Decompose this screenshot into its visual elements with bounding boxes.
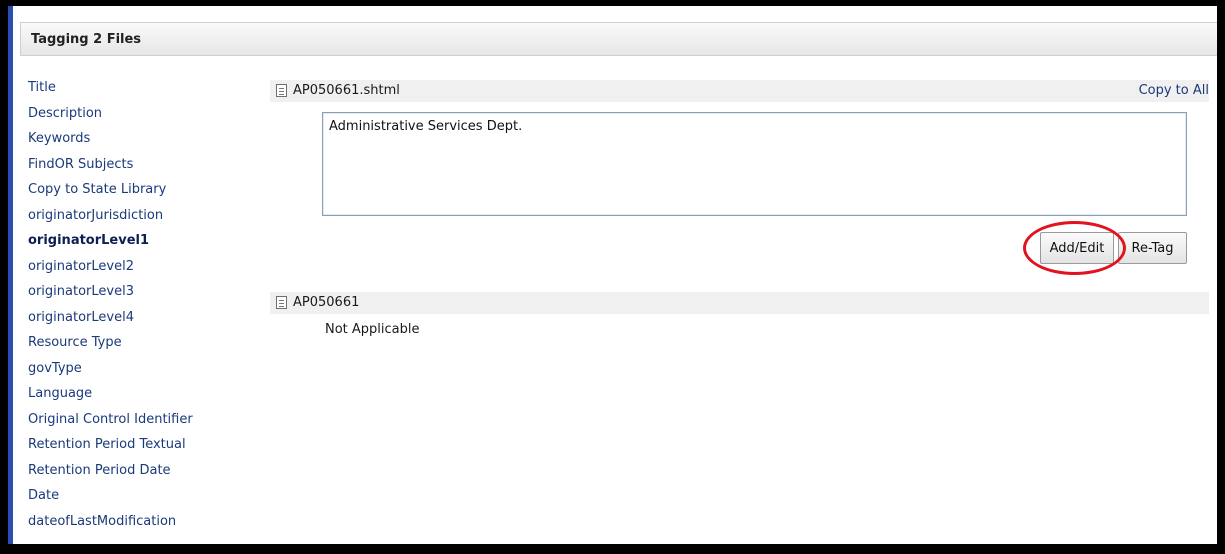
sidebar-item-language[interactable]: Language [28, 384, 258, 410]
panel-title: Tagging 2 Files [31, 32, 142, 47]
sidebar-item-originator-level4[interactable]: originatorLevel4 [28, 308, 258, 334]
file-name: AP050661 [293, 295, 360, 310]
tagging-panel: Tagging 2 Files Title Description Keywor… [20, 22, 1217, 544]
sidebar-item-originator-jurisdiction[interactable]: originatorJurisdiction [28, 206, 258, 232]
file-header-1: AP050661.shtml Copy to All [270, 80, 1209, 102]
sidebar-item-keywords[interactable]: Keywords [28, 129, 258, 155]
sidebar-item-govtype[interactable]: govType [28, 359, 258, 385]
file-name: AP050661.shtml [293, 83, 400, 98]
window-frame: Tagging 2 Files Title Description Keywor… [0, 0, 1225, 554]
sidebar-item-retention-period-date[interactable]: Retention Period Date [28, 461, 258, 487]
sidebar-item-retention-period-textual[interactable]: Retention Period Textual [28, 435, 258, 461]
file-header-2: AP050661 [270, 292, 1209, 314]
file-value-text: Not Applicable [325, 322, 420, 337]
accent-strip [8, 6, 13, 544]
sidebar-item-date-of-last-modification[interactable]: dateofLastModification [28, 512, 258, 538]
sidebar-item-resource-type[interactable]: Resource Type [28, 333, 258, 359]
sidebar-item-description[interactable]: Description [28, 104, 258, 130]
sidebar-item-findor-subjects[interactable]: FindOR Subjects [28, 155, 258, 181]
sidebar-item-original-control-identifier[interactable]: Original Control Identifier [28, 410, 258, 436]
sidebar-item-date[interactable]: Date [28, 486, 258, 512]
document-icon [276, 296, 287, 309]
sidebar-item-originator-level2[interactable]: originatorLevel2 [28, 257, 258, 283]
add-edit-button[interactable]: Add/Edit [1040, 232, 1114, 264]
value-editor-wrap: Administrative Services Dept. [322, 112, 1187, 216]
field-list: Title Description Keywords FindOR Subjec… [28, 78, 258, 537]
retag-button[interactable]: Re-Tag [1118, 232, 1187, 264]
sidebar-item-copy-to-state-library[interactable]: Copy to State Library [28, 180, 258, 206]
sidebar-item-originator-level3[interactable]: originatorLevel3 [28, 282, 258, 308]
sidebar-item-originator-level1[interactable]: originatorLevel1 [28, 231, 258, 257]
document-icon [276, 84, 287, 97]
value-textarea[interactable]: Administrative Services Dept. [322, 112, 1187, 216]
sidebar-item-title[interactable]: Title [28, 78, 258, 104]
copy-to-all-link[interactable]: Copy to All [1139, 83, 1209, 98]
panel-header: Tagging 2 Files [20, 22, 1217, 56]
